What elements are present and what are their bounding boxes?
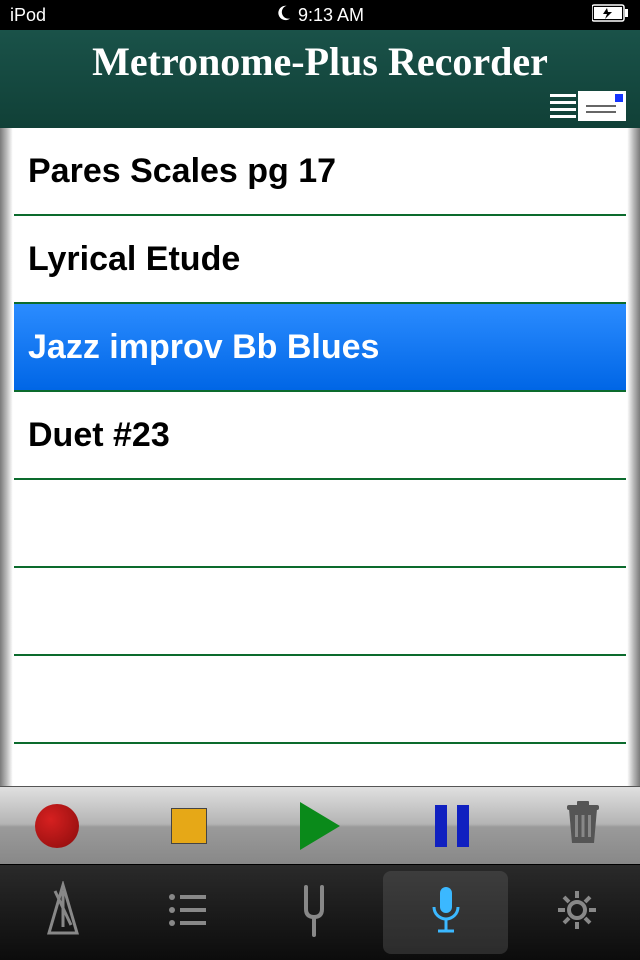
envelope-icon — [578, 91, 626, 121]
recording-title: Duet #23 — [28, 416, 170, 455]
recording-title: Pares Scales pg 17 — [28, 152, 336, 191]
list-icon — [162, 881, 214, 944]
do-not-disturb-icon — [274, 4, 292, 27]
tab-bar — [0, 864, 640, 960]
stop-icon — [171, 808, 207, 844]
pause-icon — [435, 805, 469, 847]
play-icon — [300, 802, 340, 850]
share-list-button[interactable] — [550, 90, 628, 122]
recording-row[interactable]: Lyrical Etude — [14, 216, 626, 304]
tab-list[interactable] — [126, 865, 252, 960]
record-button[interactable] — [30, 799, 84, 853]
transport-toolbar — [0, 786, 640, 864]
empty-row — [14, 656, 626, 744]
delete-button[interactable] — [556, 799, 610, 853]
gear-icon — [551, 881, 603, 944]
record-icon — [35, 804, 79, 848]
recording-list: Pares Scales pg 17 Lyrical Etude Jazz impr… — [0, 128, 640, 786]
tab-tuner[interactable] — [251, 865, 377, 960]
list-lines-icon — [550, 94, 576, 118]
stop-button[interactable] — [162, 799, 216, 853]
tab-metronome[interactable] — [0, 865, 126, 960]
status-time: 9:13 AM — [298, 5, 364, 26]
header: Metronome-Plus Recorder — [0, 30, 640, 128]
tuning-fork-icon — [288, 881, 340, 944]
empty-row — [14, 568, 626, 656]
microphone-icon — [420, 881, 472, 944]
empty-row — [14, 480, 626, 568]
trash-icon — [563, 799, 603, 852]
status-time-container: 9:13 AM — [46, 4, 592, 27]
page-title: Metronome-Plus Recorder — [0, 30, 640, 85]
recording-row[interactable]: Pares Scales pg 17 — [14, 128, 626, 216]
recording-row[interactable]: Jazz improv Bb Blues — [14, 304, 626, 392]
play-button[interactable] — [293, 799, 347, 853]
recording-title: Lyrical Etude — [28, 240, 240, 279]
recording-title: Jazz improv Bb Blues — [28, 328, 379, 367]
tab-recorder[interactable] — [383, 871, 509, 954]
status-device: iPod — [10, 5, 46, 26]
metronome-icon — [37, 881, 89, 944]
recording-row[interactable]: Duet #23 — [14, 392, 626, 480]
battery-icon — [592, 4, 630, 27]
tab-settings[interactable] — [514, 865, 640, 960]
pause-button[interactable] — [425, 799, 479, 853]
status-bar: iPod 9:13 AM — [0, 0, 640, 30]
